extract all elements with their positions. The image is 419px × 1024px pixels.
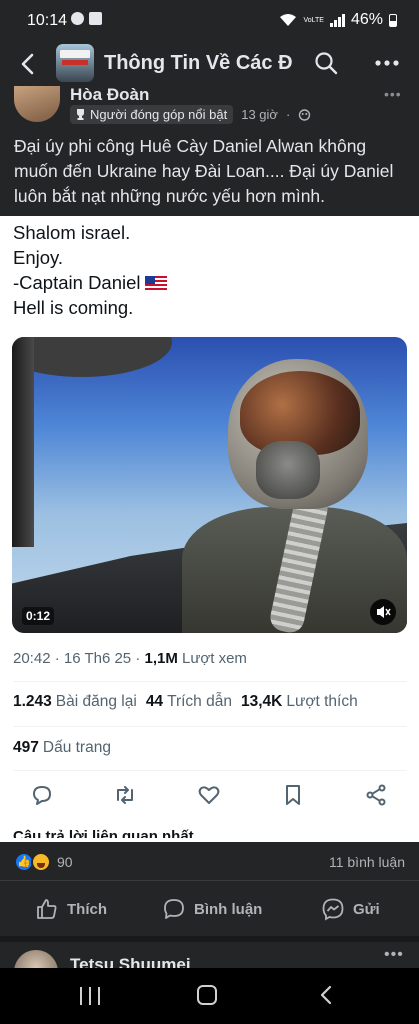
battery-icon xyxy=(389,13,397,27)
badge-label: Người đóng góp nổi bật xyxy=(90,107,228,122)
mute-icon[interactable] xyxy=(370,599,396,625)
home-icon[interactable] xyxy=(197,985,217,1005)
comment-button[interactable]: Bình luận xyxy=(162,897,262,921)
send-button[interactable]: Gửi xyxy=(321,897,380,921)
share-icon xyxy=(366,784,386,806)
trophy-icon xyxy=(77,109,84,120)
stat-bookmarks: 497 Dấu trang xyxy=(13,739,111,757)
thumbs-up-icon xyxy=(37,899,57,919)
tweet-line: Enjoy. xyxy=(13,247,64,268)
post-more-icon[interactable]: ••• xyxy=(384,86,402,102)
contributor-badge[interactable]: Người đóng góp nổi bật xyxy=(70,105,234,124)
next-post: Tetsu Shuumei ••• xyxy=(0,942,419,968)
search-icon[interactable] xyxy=(314,51,338,75)
system-nav-bar xyxy=(0,968,419,1024)
stat-value: 1.243 xyxy=(13,693,52,710)
next-author-name[interactable]: Tetsu Shuumei xyxy=(70,955,191,968)
divider xyxy=(13,726,407,727)
view-count: 1,1M xyxy=(144,650,178,667)
reply-icon xyxy=(33,786,51,805)
heart-icon xyxy=(198,786,220,804)
comment-count[interactable]: 11 bình luận xyxy=(329,854,405,870)
stat-value: 497 xyxy=(13,739,39,756)
reactions-row[interactable]: 👍 90 11 bình luận xyxy=(0,846,419,880)
next-post-more-icon[interactable]: ••• xyxy=(384,946,404,964)
back-arrow-icon[interactable] xyxy=(14,50,42,78)
canopy-frame xyxy=(12,337,34,547)
notification-icons xyxy=(71,12,102,25)
video-player[interactable]: 0:12 xyxy=(12,337,407,633)
comment-label: Bình luận xyxy=(194,900,263,918)
next-author-avatar[interactable] xyxy=(14,950,58,968)
group-thumbnail[interactable] xyxy=(56,44,94,82)
tweet-datetime: 20:42 · 16 Th6 25 · xyxy=(13,650,145,667)
like-button[interactable]: Thích xyxy=(35,897,107,921)
send-label: Gửi xyxy=(353,900,380,918)
group-privacy-icon xyxy=(299,109,311,121)
signal-icon xyxy=(329,13,345,27)
tweet-meta: 20:42 · 16 Th6 25 · 1,1M Lượt xem xyxy=(13,650,247,667)
stat-value: 44 xyxy=(145,693,164,710)
divider xyxy=(13,681,407,682)
comment-icon xyxy=(164,899,184,919)
more-icon[interactable] xyxy=(374,51,400,75)
divider xyxy=(13,770,407,771)
gallery-icon xyxy=(89,12,102,25)
recents-icon[interactable] xyxy=(80,987,100,1005)
stat-label: Dấu trang xyxy=(42,739,111,756)
stat-retweets: 1.243 Bài đăng lại xyxy=(13,693,137,711)
tweet-screenshot[interactable]: Shalom israel. Enjoy. -Captain Daniel He… xyxy=(0,216,419,842)
video-duration: 0:12 xyxy=(22,607,55,625)
post-caption: Đại úy phi công Huê Cày Daniel Alwan khô… xyxy=(14,136,394,206)
view-label: Lượt xem xyxy=(182,650,247,667)
messenger-icon xyxy=(322,898,344,921)
status-time: 10:14 xyxy=(27,12,68,29)
reaction-count[interactable]: 90 xyxy=(57,854,73,870)
retweet-icon xyxy=(117,786,133,804)
author-avatar[interactable] xyxy=(14,86,60,122)
tweet-line: -Captain Daniel xyxy=(13,272,141,293)
tweet-text: Shalom israel. Enjoy. -Captain Daniel He… xyxy=(13,220,167,320)
stat-label: Bài đăng lại xyxy=(55,693,137,710)
separator-dot: · xyxy=(285,107,291,122)
stat-likes: 13,4K Lượt thích xyxy=(241,693,358,711)
tweet-stats: 1.243 Bài đăng lại 44 Trích dẫn 13,4K Lượt … xyxy=(13,693,358,711)
stat-value: 13,4K xyxy=(240,693,283,710)
stat-label: Lượt thích xyxy=(286,693,358,710)
tweet-actions xyxy=(0,783,419,807)
stat-label: Trích dẫn xyxy=(167,693,232,710)
status-bar: 10:14 VoLTE 46% xyxy=(0,0,419,42)
wifi-icon xyxy=(280,14,297,26)
post-meta-row: Người đóng góp nổi bật 13 giờ · xyxy=(70,105,311,124)
network-label: VoLTE xyxy=(303,16,324,24)
tweet-line: Hell is coming. xyxy=(13,297,134,318)
cockpit-canopy xyxy=(12,337,172,377)
post-action-bar: Thích Bình luận Gửi xyxy=(0,880,419,936)
haha-reaction-icon xyxy=(31,852,51,872)
cut-off-text: Câu trả lời liên quan nhất xyxy=(13,828,194,838)
app-bar: Thông Tin Về Các Đ... xyxy=(0,42,419,86)
post-card: Hòa Đoàn Người đóng góp nổi bật 13 giờ ·… xyxy=(0,85,419,856)
messenger-icon xyxy=(71,12,84,25)
status-right: VoLTE 46% xyxy=(279,11,397,29)
bookmark-icon xyxy=(286,785,300,805)
battery-percent: 46% xyxy=(350,11,383,28)
tweet-line: Shalom israel. xyxy=(13,222,131,243)
us-flag-icon xyxy=(144,276,167,290)
author-name[interactable]: Hòa Đoàn xyxy=(70,85,149,105)
oxygen-mask xyxy=(256,441,320,499)
like-label: Thích xyxy=(67,900,107,918)
system-back-icon[interactable] xyxy=(316,984,336,1006)
tweet-line-signature: -Captain Daniel xyxy=(13,270,167,295)
group-title[interactable]: Thông Tin Về Các Đ... xyxy=(104,52,292,75)
stat-quotes: 44 Trích dẫn xyxy=(146,693,232,711)
post-time[interactable]: 13 giờ xyxy=(241,107,278,122)
